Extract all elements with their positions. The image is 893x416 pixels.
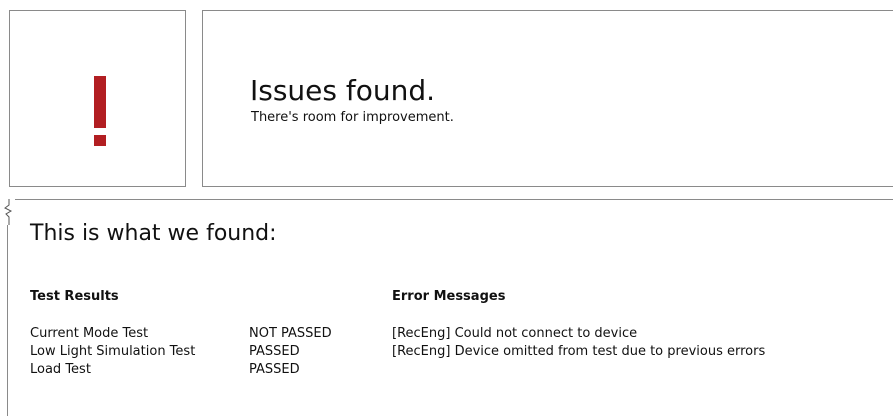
test-name: Load Test [30, 362, 91, 377]
error-messages-list: [RecEng] Could not connect to device [Re… [392, 325, 765, 361]
test-status: PASSED [249, 362, 300, 377]
test-name: Current Mode Test [30, 326, 149, 341]
results-heading: This is what we found: [30, 221, 277, 246]
test-results-heading: Test Results [30, 289, 119, 304]
results-panel: This is what we found: Test Results Erro… [3, 199, 893, 416]
exclamation-bar [94, 76, 106, 128]
headline-title: Issues found. [250, 74, 436, 107]
test-name: Low Light Simulation Test [30, 344, 196, 359]
error-message: [RecEng] Device omitted from test due to… [392, 344, 766, 359]
headline-box: Issues found. There's room for improveme… [202, 10, 893, 187]
status-box [9, 10, 186, 187]
test-status: NOT PASSED [249, 326, 332, 341]
exclamation-dot [94, 135, 106, 146]
headline-subtitle: There's room for improvement. [251, 110, 454, 125]
torn-edge-decoration [3, 199, 15, 225]
report-page: Issues found. There's room for improveme… [0, 0, 893, 416]
error-message: [RecEng] Could not connect to device [392, 326, 638, 341]
test-status: PASSED [249, 344, 300, 359]
error-messages-heading: Error Messages [392, 289, 506, 304]
